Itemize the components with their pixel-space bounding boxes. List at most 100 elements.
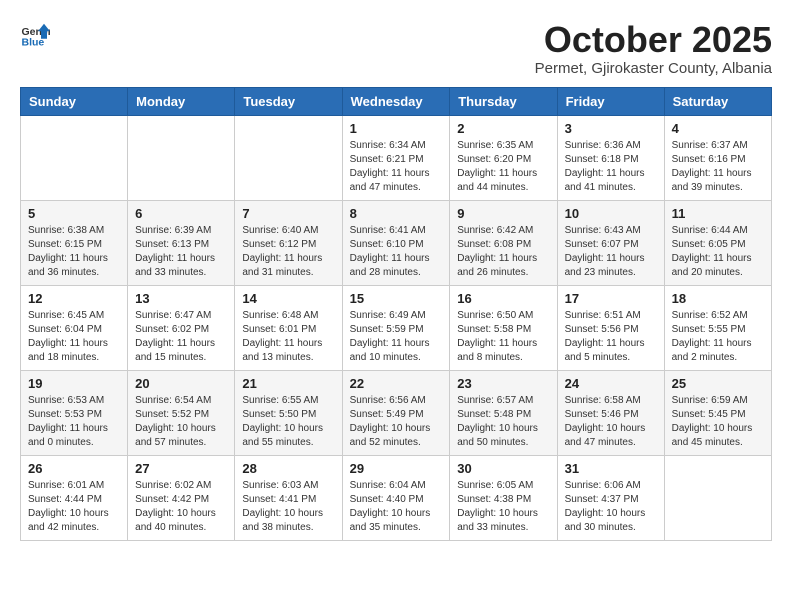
weekday-header-tuesday: Tuesday [235, 87, 342, 115]
calendar-cell: 15Sunrise: 6:49 AM Sunset: 5:59 PM Dayli… [342, 285, 450, 370]
day-info: Sunrise: 6:38 AM Sunset: 6:15 PM Dayligh… [28, 224, 120, 280]
day-info: Sunrise: 6:50 AM Sunset: 5:58 PM Dayligh… [457, 309, 549, 365]
calendar-cell: 25 Sunrise: 6:59 AM Sunset: 5:45 PM Dayli… [664, 370, 771, 455]
calendar-cell: 23 Sunrise: 6:57 AM Sunset: 5:48 PM Dayli… [450, 370, 557, 455]
calendar-week-row: 12 Sunrise: 6:45 AM Sunset: 6:04 PM Dayli… [21, 285, 772, 370]
day-info: Sunrise: 6:41 AM Sunset: 6:10 PM Dayligh… [350, 224, 443, 280]
weekday-header-row: SundayMondayTuesdayWednesdayThursdayFrid… [21, 87, 772, 115]
day-info: Sunrise: 6:58 AM Sunset: 5:46 PM Dayligh… [565, 394, 657, 450]
day-info: Sunrise: 6:57 AM Sunset: 5:48 PM Dayligh… [457, 394, 549, 450]
calendar-cell: 4Sunrise: 6:37 AM Sunset: 6:16 PM Daylig… [664, 115, 771, 200]
day-number: 29 [350, 461, 443, 476]
day-number: 12 [28, 291, 120, 306]
calendar-cell [235, 115, 342, 200]
day-info: Sunrise: 6:01 AM Sunset: 4:44 PM Dayligh… [28, 479, 120, 535]
day-info: Sunrise: 6:48 AM Sunset: 6:01 PM Dayligh… [242, 309, 334, 365]
calendar-cell: 18 Sunrise: 6:52 AM Sunset: 5:55 PM Dayli… [664, 285, 771, 370]
calendar-cell: 11 Sunrise: 6:44 AM Sunset: 6:05 PM Dayli… [664, 200, 771, 285]
day-number: 18 [672, 291, 764, 306]
day-info: Sunrise: 6:40 AM Sunset: 6:12 PM Dayligh… [242, 224, 334, 280]
calendar-cell: 2Sunrise: 6:35 AM Sunset: 6:20 PM Daylig… [450, 115, 557, 200]
day-number: 14 [242, 291, 334, 306]
calendar-cell: 28 Sunrise: 6:03 AM Sunset: 4:41 PM Dayli… [235, 455, 342, 540]
calendar-cell: 6 Sunrise: 6:39 AM Sunset: 6:13 PM Daylig… [128, 200, 235, 285]
day-info: Sunrise: 6:35 AM Sunset: 6:20 PM Dayligh… [457, 139, 549, 195]
day-info: Sunrise: 6:44 AM Sunset: 6:05 PM Dayligh… [672, 224, 764, 280]
day-number: 7 [242, 206, 334, 221]
calendar-cell: 14 Sunrise: 6:48 AM Sunset: 6:01 PM Dayli… [235, 285, 342, 370]
day-info: Sunrise: 6:59 AM Sunset: 5:45 PM Dayligh… [672, 394, 764, 450]
day-number: 20 [135, 376, 227, 391]
weekday-header-thursday: Thursday [450, 87, 557, 115]
logo-icon: General Blue [20, 20, 50, 50]
month-title: October 2025 [535, 20, 772, 60]
day-number: 8 [350, 206, 443, 221]
calendar-cell: 16 Sunrise: 6:50 AM Sunset: 5:58 PM Dayli… [450, 285, 557, 370]
day-number: 21 [242, 376, 334, 391]
day-info: Sunrise: 6:43 AM Sunset: 6:07 PM Dayligh… [565, 224, 657, 280]
calendar-cell: 17 Sunrise: 6:51 AM Sunset: 5:56 PM Dayli… [557, 285, 664, 370]
day-number: 17 [565, 291, 657, 306]
day-info: Sunrise: 6:36 AM Sunset: 6:18 PM Dayligh… [565, 139, 657, 195]
day-info: Sunrise: 6:52 AM Sunset: 5:55 PM Dayligh… [672, 309, 764, 365]
day-number: 24 [565, 376, 657, 391]
calendar-cell: 8 Sunrise: 6:41 AM Sunset: 6:10 PM Daylig… [342, 200, 450, 285]
day-number: 25 [672, 376, 764, 391]
day-info: Sunrise: 6:51 AM Sunset: 5:56 PM Dayligh… [565, 309, 657, 365]
day-number: 4 [672, 121, 764, 136]
day-number: 5 [28, 206, 120, 221]
calendar-table: SundayMondayTuesdayWednesdayThursdayFrid… [20, 87, 772, 541]
calendar-cell: 29Sunrise: 6:04 AM Sunset: 4:40 PM Dayli… [342, 455, 450, 540]
day-info: Sunrise: 6:06 AM Sunset: 4:37 PM Dayligh… [565, 479, 657, 535]
day-number: 9 [457, 206, 549, 221]
calendar-cell: 3 Sunrise: 6:36 AM Sunset: 6:18 PM Daylig… [557, 115, 664, 200]
calendar-cell: 7 Sunrise: 6:40 AM Sunset: 6:12 PM Daylig… [235, 200, 342, 285]
day-number: 22 [350, 376, 443, 391]
calendar-cell: 24 Sunrise: 6:58 AM Sunset: 5:46 PM Dayli… [557, 370, 664, 455]
calendar-week-row: 5 Sunrise: 6:38 AM Sunset: 6:15 PM Daylig… [21, 200, 772, 285]
calendar-cell: 20Sunrise: 6:54 AM Sunset: 5:52 PM Dayli… [128, 370, 235, 455]
day-info: Sunrise: 6:34 AM Sunset: 6:21 PM Dayligh… [350, 139, 443, 195]
calendar-cell [664, 455, 771, 540]
calendar-week-row: 1Sunrise: 6:34 AM Sunset: 6:21 PM Daylig… [21, 115, 772, 200]
calendar-cell: 21 Sunrise: 6:55 AM Sunset: 5:50 PM Dayli… [235, 370, 342, 455]
calendar-cell: 12 Sunrise: 6:45 AM Sunset: 6:04 PM Dayli… [21, 285, 128, 370]
day-number: 16 [457, 291, 549, 306]
calendar-cell: 26 Sunrise: 6:01 AM Sunset: 4:44 PM Dayli… [21, 455, 128, 540]
calendar-cell: 5 Sunrise: 6:38 AM Sunset: 6:15 PM Daylig… [21, 200, 128, 285]
calendar-cell: 13 Sunrise: 6:47 AM Sunset: 6:02 PM Dayli… [128, 285, 235, 370]
day-info: Sunrise: 6:05 AM Sunset: 4:38 PM Dayligh… [457, 479, 549, 535]
day-info: Sunrise: 6:56 AM Sunset: 5:49 PM Dayligh… [350, 394, 443, 450]
day-info: Sunrise: 6:03 AM Sunset: 4:41 PM Dayligh… [242, 479, 334, 535]
weekday-header-friday: Friday [557, 87, 664, 115]
calendar-week-row: 19Sunrise: 6:53 AM Sunset: 5:53 PM Dayli… [21, 370, 772, 455]
calendar-cell: 31Sunrise: 6:06 AM Sunset: 4:37 PM Dayli… [557, 455, 664, 540]
day-number: 28 [242, 461, 334, 476]
svg-text:Blue: Blue [22, 37, 45, 49]
day-number: 26 [28, 461, 120, 476]
calendar-cell: 19Sunrise: 6:53 AM Sunset: 5:53 PM Dayli… [21, 370, 128, 455]
weekday-header-sunday: Sunday [21, 87, 128, 115]
day-number: 11 [672, 206, 764, 221]
day-number: 30 [457, 461, 549, 476]
day-number: 13 [135, 291, 227, 306]
calendar-cell [21, 115, 128, 200]
calendar-cell: 27Sunrise: 6:02 AM Sunset: 4:42 PM Dayli… [128, 455, 235, 540]
day-info: Sunrise: 6:55 AM Sunset: 5:50 PM Dayligh… [242, 394, 334, 450]
title-area: October 2025 Permet, Gjirokaster County,… [535, 20, 772, 77]
day-number: 10 [565, 206, 657, 221]
day-info: Sunrise: 6:39 AM Sunset: 6:13 PM Dayligh… [135, 224, 227, 280]
weekday-header-saturday: Saturday [664, 87, 771, 115]
day-number: 6 [135, 206, 227, 221]
weekday-header-wednesday: Wednesday [342, 87, 450, 115]
page-header: General Blue October 2025 Permet, Gjirok… [20, 20, 772, 77]
day-number: 3 [565, 121, 657, 136]
day-info: Sunrise: 6:47 AM Sunset: 6:02 PM Dayligh… [135, 309, 227, 365]
calendar-cell: 10 Sunrise: 6:43 AM Sunset: 6:07 PM Dayli… [557, 200, 664, 285]
day-info: Sunrise: 6:45 AM Sunset: 6:04 PM Dayligh… [28, 309, 120, 365]
day-info: Sunrise: 6:49 AM Sunset: 5:59 PM Dayligh… [350, 309, 443, 365]
calendar-week-row: 26 Sunrise: 6:01 AM Sunset: 4:44 PM Dayli… [21, 455, 772, 540]
weekday-header-monday: Monday [128, 87, 235, 115]
day-number: 27 [135, 461, 227, 476]
day-number: 23 [457, 376, 549, 391]
